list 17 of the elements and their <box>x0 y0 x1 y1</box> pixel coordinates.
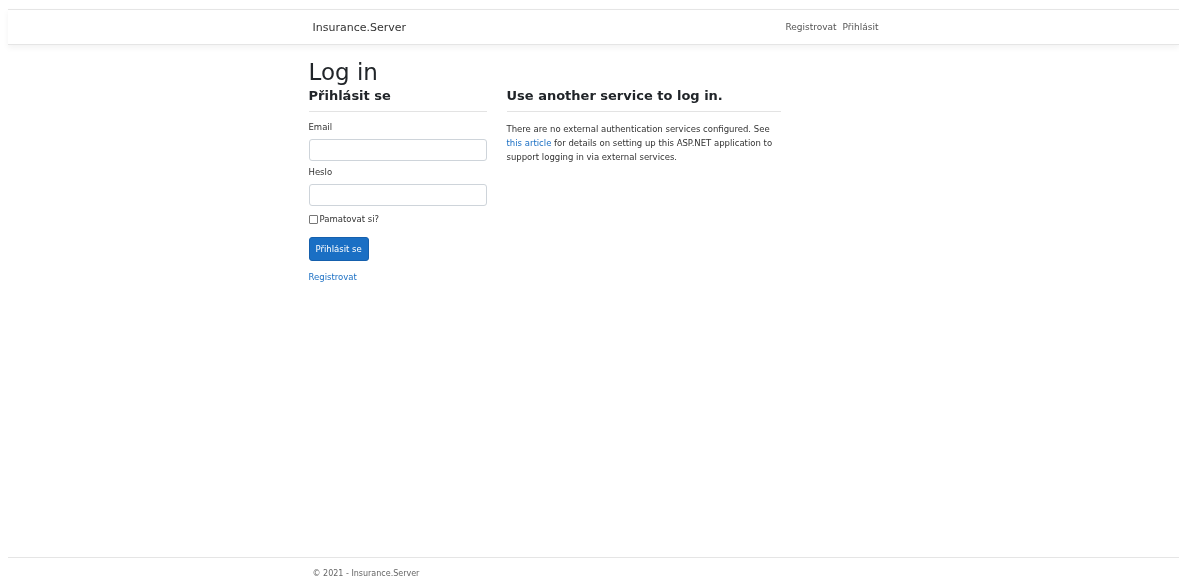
section-heading: Use another service to log in. <box>506 88 724 103</box>
nav-link[interactable]: Přihlásit <box>842 22 879 32</box>
page-title: Log in <box>308 59 379 85</box>
checkbox-label: Pamatovat si? <box>319 214 380 224</box>
checkbox[interactable] <box>308 214 318 224</box>
footer-text: © 2021 - Insurance.Server <box>312 568 420 578</box>
field-label: Heslo <box>308 167 334 177</box>
register-link[interactable]: Registrovat <box>308 272 487 282</box>
article-link[interactable]: this article <box>506 138 552 148</box>
nav-link[interactable]: Registrovat <box>785 22 837 32</box>
login-button[interactable]: Přihlásit se <box>308 237 369 261</box>
section-heading: Přihlásit se <box>308 88 392 103</box>
info-text: There are no external authentication services configured. See this article for details on setting up this ASP.NET application to support logging in via external services. <box>506 123 774 164</box>
input-field[interactable] <box>308 184 487 206</box>
field-label: Email <box>308 122 334 132</box>
input-field[interactable] <box>308 139 487 161</box>
brand-link[interactable]: Insurance.Server <box>312 20 407 34</box>
